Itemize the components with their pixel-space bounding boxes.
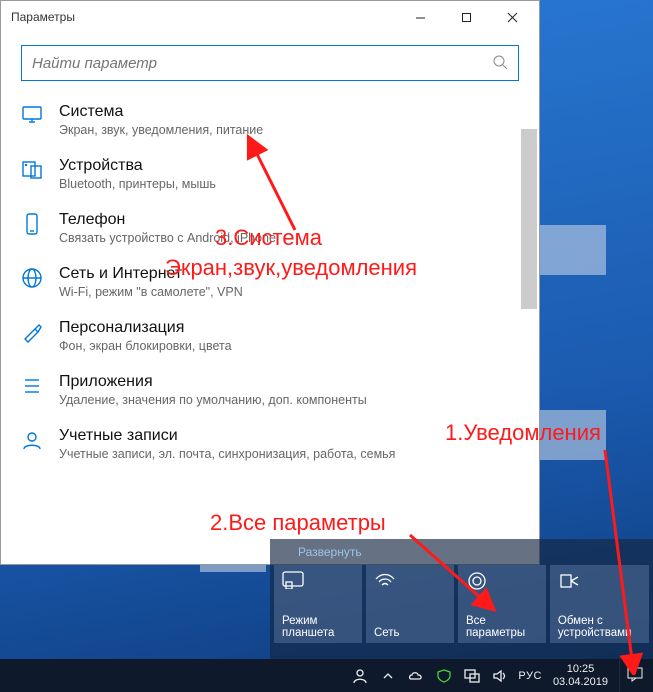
settings-item-apps[interactable]: Приложения Удаление, значения по умолчан… [1, 363, 539, 417]
tray-onedrive-icon[interactable] [406, 670, 426, 682]
settings-item-network[interactable]: Сеть и Интернет Wi-Fi, режим "в самолете… [1, 255, 539, 309]
settings-list: Система Экран, звук, уведомления, питани… [1, 89, 539, 564]
settings-item-phone[interactable]: Телефон Связать устройство с Android, iP… [1, 201, 539, 255]
tablet-icon [282, 571, 356, 593]
wifi-icon [374, 571, 448, 593]
tile-nearby-share[interactable]: Обмен с устройствами [550, 565, 649, 643]
tray-network-icon[interactable] [462, 669, 482, 683]
scrollbar-thumb[interactable] [521, 129, 537, 309]
notifications-button[interactable] [619, 659, 649, 692]
tile-tablet-mode[interactable]: Режим планшета [274, 565, 362, 643]
expand-link[interactable]: Развернуть [270, 543, 653, 565]
item-label: Приложения [59, 373, 367, 391]
titlebar: Параметры [1, 1, 539, 33]
settings-item-accounts[interactable]: Учетные записи Учетные записи, эл. почта… [1, 417, 539, 471]
tile-label: Сеть [374, 627, 448, 639]
tile-label: Все параметры [466, 615, 540, 639]
display-icon [19, 103, 45, 125]
action-center-panel: Развернуть Режим планшета Сеть Все парам… [270, 539, 653, 659]
item-desc: Фон, экран блокировки, цвета [59, 339, 232, 353]
search-input[interactable] [32, 55, 492, 72]
window-title: Параметры [11, 10, 397, 24]
tile-label: Режим планшета [282, 615, 356, 639]
item-desc: Bluetooth, принтеры, мышь [59, 177, 216, 191]
tray-chevron-up-icon[interactable] [378, 670, 398, 682]
tile-label: Обмен с устройствами [558, 615, 643, 639]
item-label: Сеть и Интернет [59, 265, 243, 283]
taskbar: РУС 10:25 03.04.2019 [0, 659, 653, 692]
item-desc: Учетные записи, эл. почта, синхронизация… [59, 447, 395, 461]
notification-icon [626, 666, 644, 685]
tray-security-icon[interactable] [434, 669, 454, 683]
tray-date: 03.04.2019 [553, 676, 608, 688]
tray-language[interactable]: РУС [518, 670, 542, 682]
tray-volume-icon[interactable] [490, 669, 510, 683]
item-label: Учетные записи [59, 427, 395, 445]
account-icon [19, 427, 45, 451]
search-icon [492, 54, 508, 73]
globe-icon [19, 265, 45, 289]
item-desc: Связать устройство с Android, iPhone [59, 231, 276, 245]
share-icon [558, 571, 643, 593]
gear-icon [466, 571, 540, 593]
maximize-button[interactable] [443, 2, 489, 32]
settings-item-personalization[interactable]: Персонализация Фон, экран блокировки, цв… [1, 309, 539, 363]
tile-network[interactable]: Сеть [366, 565, 454, 643]
minimize-button[interactable] [397, 2, 443, 32]
phone-icon [19, 211, 45, 235]
tile-all-settings[interactable]: Все параметры [458, 565, 546, 643]
settings-item-devices[interactable]: Устройства Bluetooth, принтеры, мышь [1, 147, 539, 201]
item-label: Система [59, 103, 263, 121]
apps-icon [19, 373, 45, 397]
devices-icon [19, 157, 45, 179]
item-label: Устройства [59, 157, 216, 175]
close-button[interactable] [489, 2, 535, 32]
settings-window: Параметры Система Экран, звук, уведомлен… [0, 0, 540, 565]
item-label: Персонализация [59, 319, 232, 337]
item-desc: Экран, звук, уведомления, питание [59, 123, 263, 137]
settings-item-system[interactable]: Система Экран, звук, уведомления, питани… [1, 93, 539, 147]
brush-icon [19, 319, 45, 343]
search-box[interactable] [21, 45, 519, 81]
tray-time: 10:25 [553, 663, 608, 675]
item-label: Телефон [59, 211, 276, 229]
item-desc: Удаление, значения по умолчанию, доп. ко… [59, 393, 367, 407]
item-desc: Wi-Fi, режим "в самолете", VPN [59, 285, 243, 299]
tray-clock[interactable]: 10:25 03.04.2019 [550, 663, 611, 687]
tray-people-icon[interactable] [350, 668, 370, 684]
